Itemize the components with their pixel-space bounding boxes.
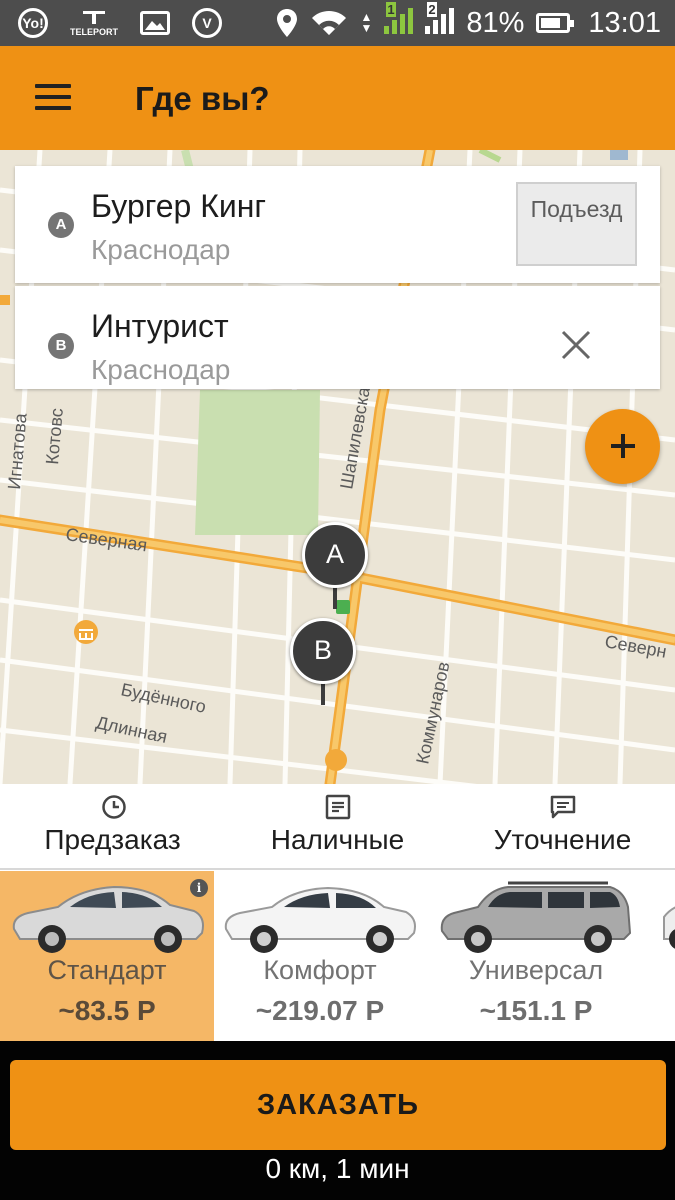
option-payment[interactable]: Наличные	[225, 784, 450, 870]
tariff-universal-name: Универсал	[468, 955, 604, 985]
option-preorder-label: Предзаказ	[44, 824, 181, 855]
tariff-list: i Стандарт ~83.5 Р Комфорт ~219.07 Р Уни…	[0, 871, 675, 1041]
pin-b[interactable]: B	[290, 618, 356, 718]
tariff-standard-name: Стандарт	[47, 955, 167, 985]
clock-icon	[102, 795, 126, 819]
address-a-letter: A	[48, 212, 74, 238]
hamburger-menu-icon[interactable]	[35, 84, 71, 110]
info-icon[interactable]: i	[190, 879, 208, 897]
address-card-a[interactable]: A Бургер Кинг Краснодар Подъезд	[15, 166, 660, 283]
page-title: Где вы?	[135, 80, 270, 117]
option-payment-label: Наличные	[270, 824, 405, 855]
address-b-name: Интурист	[91, 308, 229, 344]
pin-b-label: B	[290, 618, 356, 684]
teleport-icon: TELEPORT	[70, 9, 118, 37]
option-comment-label: Уточнение	[493, 824, 632, 855]
v-app-icon: V	[192, 8, 223, 38]
sedan-car-icon	[12, 885, 204, 953]
wagon-car-icon	[440, 881, 632, 953]
tariff-universal[interactable]: Универсал ~151.1 Р	[426, 871, 646, 1041]
address-b-letter: B	[48, 333, 74, 359]
street-label-kommunarov: Коммунаров	[412, 660, 453, 766]
status-bar: Yo! TELEPORT V ▲ ▼ 1 2 81% 13:01	[0, 0, 675, 46]
address-card-b[interactable]: B Интурист Краснодар	[15, 286, 660, 389]
tariff-comfort-name: Комфорт	[263, 955, 377, 985]
pin-a-stem	[333, 585, 337, 609]
app-bar: Где вы?	[0, 46, 675, 150]
battery-percent: 81%	[466, 6, 525, 39]
wifi-icon	[312, 10, 347, 35]
data-arrows-icon: ▲ ▼	[360, 10, 373, 35]
tariff-comfort-price: ~219.07 Р	[255, 995, 385, 1026]
tariff-universal-price: ~151.1 Р	[479, 995, 593, 1026]
taxi-order-screen: Yo! TELEPORT V ▲ ▼ 1 2 81% 13:01 Где вы?…	[0, 0, 675, 1200]
teleport-label: TELEPORT	[70, 27, 119, 37]
address-a-city: Краснодар	[91, 234, 231, 265]
comment-icon	[550, 795, 576, 819]
tariff-next-partial[interactable]	[646, 871, 675, 1041]
sim2-label: 2	[427, 2, 437, 17]
image-icon	[140, 11, 171, 35]
sim1-label: 1	[386, 2, 396, 17]
sim1-signal-icon: 1	[384, 2, 414, 42]
street-label-kotovskogo: Котовс	[42, 407, 67, 465]
order-button[interactable]: ЗАКАЗАТЬ	[10, 1060, 666, 1150]
entrance-button-label: Подъезд	[530, 196, 623, 222]
street-label-severnaya: Северная	[64, 524, 148, 555]
entrance-button[interactable]: Подъезд	[516, 182, 637, 266]
sedan-car-icon	[224, 886, 416, 953]
option-comment[interactable]: Уточнение	[450, 784, 675, 870]
theatre-poi-icon	[325, 749, 347, 771]
tariff-standard[interactable]: i Стандарт ~83.5 Р	[0, 871, 214, 1041]
route-summary: 0 км, 1 мин	[265, 1153, 410, 1184]
order-options: Предзаказ Наличные Уточнение	[0, 784, 675, 870]
pin-a[interactable]: A	[302, 522, 368, 622]
battery-fill	[541, 18, 561, 28]
pin-a-label: A	[302, 522, 368, 588]
location-icon	[277, 9, 298, 37]
address-b-city: Краснодар	[91, 354, 231, 385]
car-icon	[663, 906, 675, 949]
add-stop-button[interactable]	[585, 409, 660, 484]
battery-icon	[536, 13, 575, 33]
bottom-panel: ЗАКАЗАТЬ 0 км, 1 мин	[0, 1041, 675, 1200]
museum-poi-icon	[74, 620, 98, 644]
sim2-signal-icon: 2	[425, 2, 455, 42]
wallet-icon	[325, 794, 351, 820]
yo-app-icon: Yo!	[18, 8, 48, 38]
option-preorder[interactable]: Предзаказ	[0, 784, 225, 870]
clock: 13:01	[588, 6, 661, 39]
pin-b-stem	[321, 681, 325, 705]
address-a-name: Бургер Кинг	[91, 188, 267, 224]
close-icon[interactable]	[555, 324, 597, 366]
tariff-standard-price: ~83.5 Р	[58, 995, 156, 1026]
tariff-comfort[interactable]: Комфорт ~219.07 Р	[214, 871, 426, 1041]
